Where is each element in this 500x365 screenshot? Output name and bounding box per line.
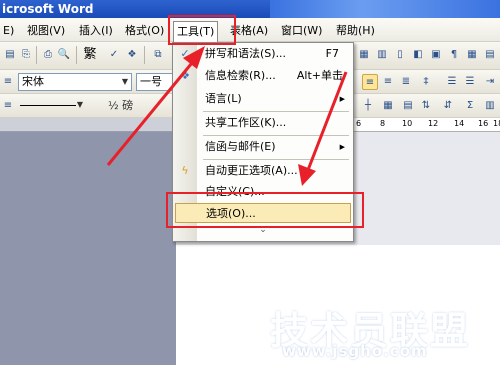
menu-item-shared-workspace[interactable]: 共享工作区(K)... <box>173 113 353 133</box>
menu-item-spelling[interactable]: ✓ 拼写和语法(S)... F7 <box>173 44 353 64</box>
title-bar: icrosoft Word <box>0 0 500 18</box>
chart-icon[interactable]: ▥ <box>482 98 498 114</box>
menu-item-autocorrect[interactable]: ϟ 自动更正选项(A)... <box>173 161 353 181</box>
open-icon[interactable]: ⎘ <box>18 47 34 63</box>
line-weight-label[interactable]: ½ 磅 <box>108 98 133 114</box>
watermark-url: www.jsgho.com <box>282 342 428 360</box>
menu-help[interactable]: 帮助(H) <box>333 22 378 40</box>
research-icon: ❖ <box>180 69 190 82</box>
line-sample <box>20 105 76 106</box>
table-icon[interactable]: ▦ <box>356 47 372 63</box>
sort-asc-icon[interactable]: ⇅ <box>418 98 434 114</box>
align-center-icon[interactable]: ≡ <box>362 74 378 90</box>
ruler-tick: 8 <box>380 119 386 128</box>
line-style-select[interactable]: ▼ <box>18 97 86 115</box>
numbering-icon[interactable]: ☰ <box>444 74 460 90</box>
new-icon[interactable]: ▤ <box>2 47 18 63</box>
chevron-down-icon: ▼ <box>76 100 84 109</box>
border-style-icon[interactable]: ≡ <box>0 98 16 114</box>
submenu-arrow-icon: ▶ <box>339 95 345 103</box>
autoformat-icon[interactable]: ▤ <box>400 98 416 114</box>
copy-icon[interactable]: ⧉ <box>150 47 166 63</box>
justify-icon[interactable]: ≣ <box>398 74 414 90</box>
menu-item-label: 信函与邮件(E) <box>205 140 276 153</box>
ruler-tick: 14 <box>454 119 465 128</box>
menu-bar: E) 视图(V) 插入(I) 格式(O) 工具(T) 表格(A) 窗口(W) 帮… <box>0 18 500 42</box>
font-select[interactable]: 宋体 ▼ <box>18 73 132 91</box>
split-cells-icon[interactable]: ┼ <box>360 98 376 114</box>
menu-edit[interactable]: E) <box>0 22 17 40</box>
menu-item-shortcut: F7 <box>325 47 339 60</box>
font-value: 宋体 <box>22 75 44 88</box>
menu-separator <box>203 111 349 112</box>
menu-item-label: 信息检索(R)... <box>205 69 276 82</box>
menu-item-label: 共享工作区(K)... <box>205 116 287 129</box>
ruler-tick: 18 <box>493 119 500 128</box>
menu-item-shortcut: Alt+单击 <box>296 69 343 82</box>
ruler-tick: 12 <box>428 119 439 128</box>
horizontal-ruler[interactable]: 6 8 10 12 14 16 18 <box>350 118 500 132</box>
research-icon[interactable]: ❖ <box>124 47 140 63</box>
align-right-icon[interactable]: ≡ <box>380 74 396 90</box>
print-icon[interactable]: ⎙ <box>40 47 56 63</box>
menu-item-label: 自动更正选项(A)... <box>205 164 298 177</box>
indent-icon[interactable]: ⇥ <box>482 74 498 90</box>
docmap-icon[interactable]: ▣ <box>428 47 444 63</box>
styles-icon[interactable]: ≡ <box>0 74 16 90</box>
menu-separator <box>203 135 349 136</box>
columns-icon[interactable]: ▯ <box>392 47 408 63</box>
ruler-tick: 6 <box>356 119 362 128</box>
zoom-icon[interactable]: ▦ <box>464 47 480 63</box>
font-size-value: 一号 <box>140 75 162 88</box>
preview-icon[interactable]: 🔍 <box>56 47 72 63</box>
sum-icon[interactable]: Σ <box>462 98 478 114</box>
drawing-icon[interactable]: ◧ <box>410 47 426 63</box>
menu-window[interactable]: 窗口(W) <box>278 22 325 40</box>
spelling-icon: ✓ <box>180 47 190 60</box>
toolbar-separator <box>36 46 37 64</box>
menu-item-language[interactable]: 语言(L) ▶ <box>173 89 353 109</box>
ruler-strip <box>0 118 176 132</box>
annotation-box-tools <box>168 15 236 45</box>
menu-format[interactable]: 格式(O) <box>122 22 167 40</box>
menu-view[interactable]: 视图(V) <box>24 22 68 40</box>
traditional-chinese-button[interactable]: 繁 <box>80 47 100 63</box>
menu-item-label: 拼写和语法(S)... <box>205 47 287 60</box>
excel-icon[interactable]: ▥ <box>374 47 390 63</box>
menu-item-label: 语言(L) <box>205 92 242 105</box>
line-spacing-icon[interactable]: ‡ <box>418 74 434 90</box>
ruler-tick: 16 <box>478 119 489 128</box>
annotation-box-options <box>166 192 364 228</box>
submenu-arrow-icon: ▶ <box>339 143 345 151</box>
table-grid-icon[interactable]: ▦ <box>380 98 396 114</box>
toolbar-separator <box>76 46 77 64</box>
menu-separator <box>203 159 349 160</box>
autocorrect-icon: ϟ <box>181 164 189 177</box>
bullets-icon[interactable]: ☰ <box>462 74 478 90</box>
menu-item-research[interactable]: ❖ 信息检索(R)... Alt+单击 <box>173 66 353 86</box>
menu-item-letters-mailings[interactable]: 信函与邮件(E) ▶ <box>173 137 353 157</box>
left-margin-area <box>0 118 176 365</box>
window-title: icrosoft Word <box>2 2 94 16</box>
sort-desc-icon[interactable]: ⇵ <box>440 98 456 114</box>
spellcheck-icon[interactable]: ✓ <box>106 47 122 63</box>
menu-insert[interactable]: 插入(I) <box>76 22 116 40</box>
font-size-select[interactable]: 一号 <box>136 73 176 91</box>
ruler-tick: 10 <box>402 119 413 128</box>
toolbar-separator <box>144 46 145 64</box>
show-hide-icon[interactable]: ¶ <box>446 47 462 63</box>
title-bar-gradient <box>270 0 500 18</box>
help-icon[interactable]: ▤ <box>482 47 498 63</box>
chevron-down-icon: ▼ <box>121 77 129 86</box>
